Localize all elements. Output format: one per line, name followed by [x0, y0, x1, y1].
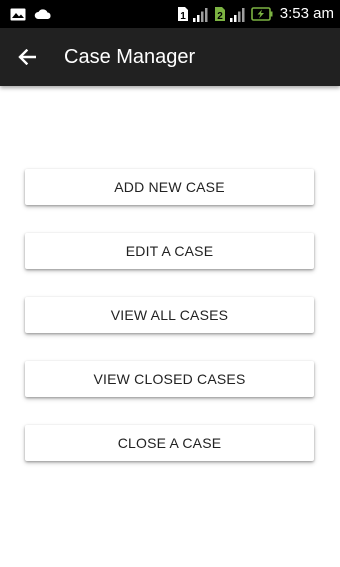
edit-case-button[interactable]: EDIT A CASE [25, 233, 314, 269]
back-button[interactable] [12, 42, 42, 72]
battery-charging-icon [250, 7, 273, 21]
status-time: 3:53 am [279, 5, 334, 22]
page-title: Case Manager [64, 46, 196, 68]
arrow-left-icon [18, 49, 36, 65]
cloud-icon [34, 8, 52, 20]
system-status: 1 2 3:53 am [177, 4, 334, 24]
sim1-icon: 1 [177, 6, 189, 22]
sim2-signal-icon [229, 7, 247, 22]
add-new-case-button[interactable]: ADD NEW CASE [25, 169, 314, 205]
sim2-icon: 2 [214, 6, 226, 22]
close-case-button[interactable]: CLOSE A CASE [25, 425, 314, 461]
sim1-number: 1 [180, 11, 186, 22]
image-icon [10, 8, 26, 21]
app-bar: Case Manager [0, 28, 340, 86]
status-bar: 1 2 3:53 am [0, 0, 340, 28]
sim1-signal-icon [192, 7, 210, 22]
view-all-cases-button[interactable]: VIEW ALL CASES [25, 297, 314, 333]
sim2-number: 2 [217, 11, 223, 22]
view-closed-cases-button[interactable]: VIEW CLOSED CASES [25, 361, 314, 397]
notification-icons [10, 7, 52, 21]
